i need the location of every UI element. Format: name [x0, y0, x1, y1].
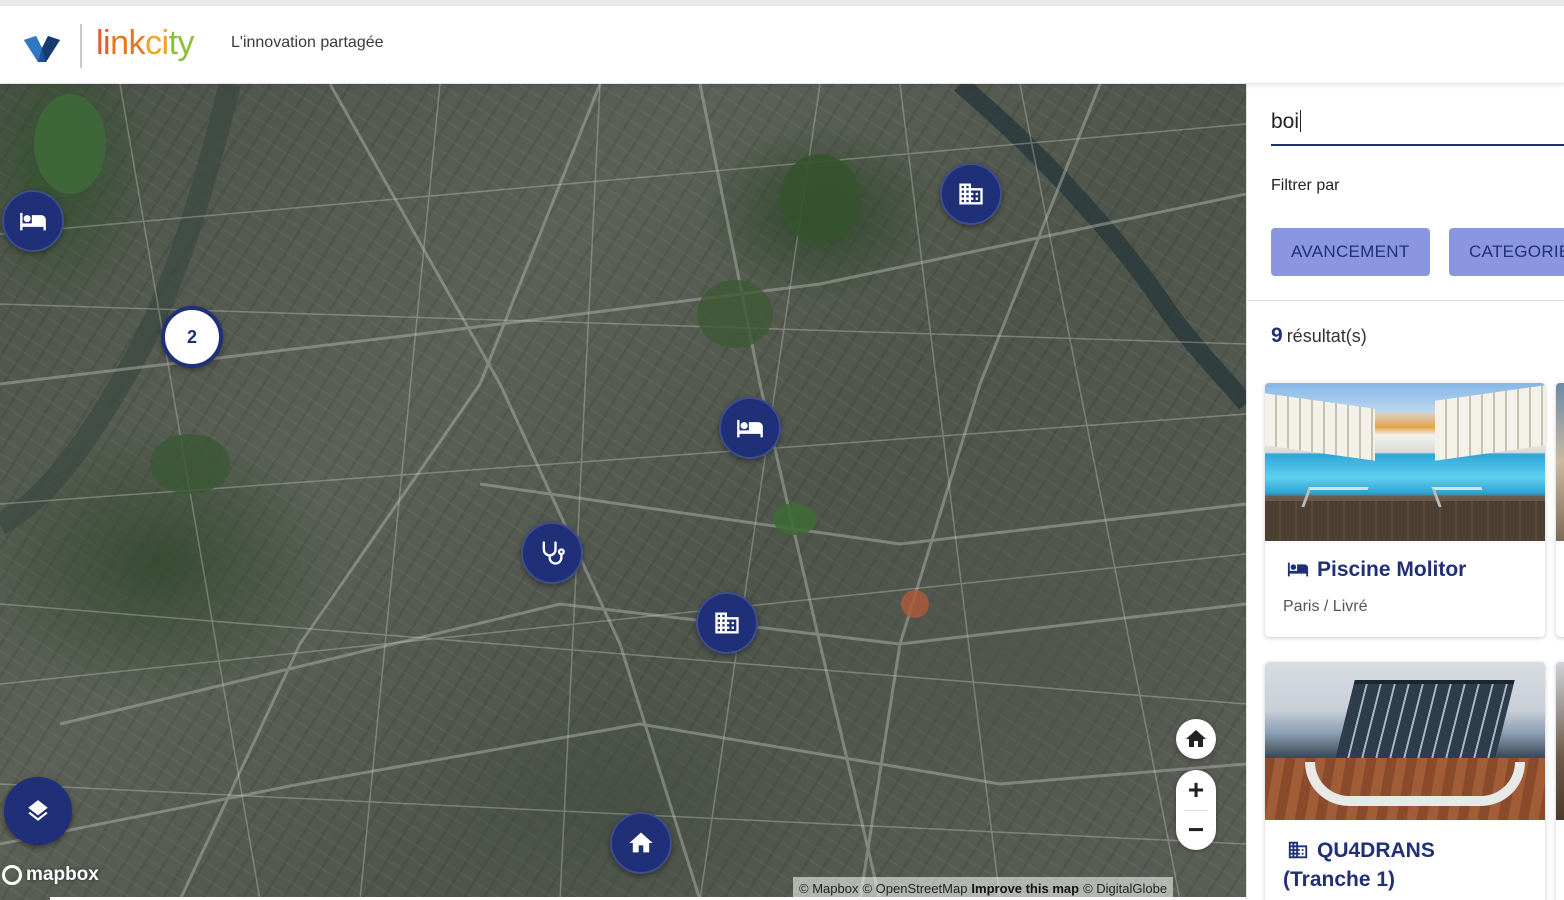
image-detail	[1435, 385, 1545, 461]
card-subtitle: Paris / Livré	[1283, 598, 1368, 615]
panel-divider	[1247, 300, 1564, 301]
map-streets-overlay	[0, 84, 1246, 900]
layers-toggle-button[interactable]	[4, 777, 72, 845]
results-count: 9 résultat(s)	[1271, 324, 1367, 348]
project-card-next[interactable]	[1556, 662, 1564, 900]
map-marker-hotel[interactable]	[719, 397, 781, 459]
wordmark-part: ci	[145, 24, 169, 62]
card-title-text: (Tranche 1)	[1283, 868, 1396, 891]
project-image	[1556, 383, 1564, 541]
satellite-map[interactable]: 2 + − mapbox © Mapbox © OpenStreetMap Im…	[0, 84, 1246, 900]
map-cluster[interactable]: 2	[161, 306, 223, 368]
mapbox-logo[interactable]: mapbox	[2, 864, 99, 886]
image-detail	[1431, 487, 1489, 507]
search-value: boi	[1271, 110, 1300, 133]
attribution-digitalglobe-link[interactable]: © DigitalGlobe	[1083, 881, 1167, 896]
search-input[interactable]: boi	[1271, 106, 1564, 146]
wordmark-part: li	[96, 24, 111, 62]
card-title-text: QU4DRANS	[1317, 839, 1435, 862]
map-home-button[interactable]	[1176, 719, 1216, 759]
map-attribution: © Mapbox © OpenStreetMap Improve this ma…	[793, 877, 1174, 899]
building-icon	[959, 183, 983, 205]
project-image	[1265, 383, 1545, 541]
bed-icon	[1287, 562, 1309, 577]
project-image	[1265, 662, 1545, 820]
map-marker-housing[interactable]	[610, 812, 672, 874]
home-icon	[1186, 730, 1206, 747]
stethoscope-icon	[542, 541, 565, 565]
building-icon	[715, 612, 739, 634]
project-card-qu4drans[interactable]: QU4DRANS (Tranche 1)	[1265, 662, 1545, 900]
tagline: L'innovation partagée	[231, 34, 384, 51]
filter-categorie-button[interactable]: CATEGORIE	[1449, 228, 1564, 276]
map-marker-office[interactable]	[940, 163, 1002, 225]
attribution-osm-link[interactable]: © OpenStreetMap	[862, 881, 967, 896]
results-number: 9	[1271, 324, 1283, 347]
wordmark-part: nk	[110, 24, 146, 62]
filter-label: Filtrer par	[1271, 177, 1340, 194]
mapbox-icon	[2, 865, 22, 885]
text-caret	[1300, 110, 1302, 132]
wordmark-part: ty	[168, 24, 195, 62]
map-marker-hotel[interactable]	[2, 190, 64, 252]
bed-icon	[737, 419, 763, 438]
zoom-out-button[interactable]: −	[1176, 810, 1216, 850]
linkcity-logo-icon[interactable]	[22, 34, 62, 64]
zoom-divider	[1184, 810, 1208, 811]
zoom-in-button[interactable]: +	[1176, 770, 1216, 810]
layers-icon	[28, 800, 48, 821]
home-icon	[629, 832, 653, 853]
app-header: linkcity L'innovation partagée	[0, 6, 1564, 84]
logo-separator	[80, 24, 82, 68]
image-detail	[1301, 487, 1369, 507]
card-title-text: Piscine Molitor	[1317, 558, 1467, 581]
project-card-piscine-molitor[interactable]: Piscine Molitor Paris / Livré	[1265, 383, 1545, 637]
linkcity-wordmark[interactable]: linkcity	[96, 24, 195, 63]
map-marker-health[interactable]	[521, 522, 583, 584]
image-detail	[1305, 762, 1525, 806]
improve-map-link[interactable]: Improve this map	[971, 881, 1079, 896]
building-icon	[1288, 841, 1308, 859]
filter-avancement-button[interactable]: AVANCEMENT	[1271, 228, 1430, 276]
image-detail	[1265, 393, 1375, 461]
project-image	[1556, 662, 1564, 820]
attribution-mapbox-link[interactable]: © Mapbox	[799, 881, 858, 896]
card-title: Piscine Molitor	[1283, 555, 1466, 584]
results-label: résultat(s)	[1286, 326, 1367, 346]
image-detail	[1335, 680, 1515, 758]
bed-icon	[20, 212, 46, 231]
project-card-next[interactable]	[1556, 383, 1564, 637]
results-panel: boi Filtrer par AVANCEMENT CATEGORIE 9 ré…	[1246, 84, 1564, 900]
zoom-controls: + −	[1176, 770, 1216, 850]
map-marker-office[interactable]	[696, 592, 758, 654]
image-detail	[1265, 501, 1545, 541]
mapbox-logo-text: mapbox	[26, 864, 99, 885]
card-title: QU4DRANS (Tranche 1)	[1283, 836, 1435, 894]
